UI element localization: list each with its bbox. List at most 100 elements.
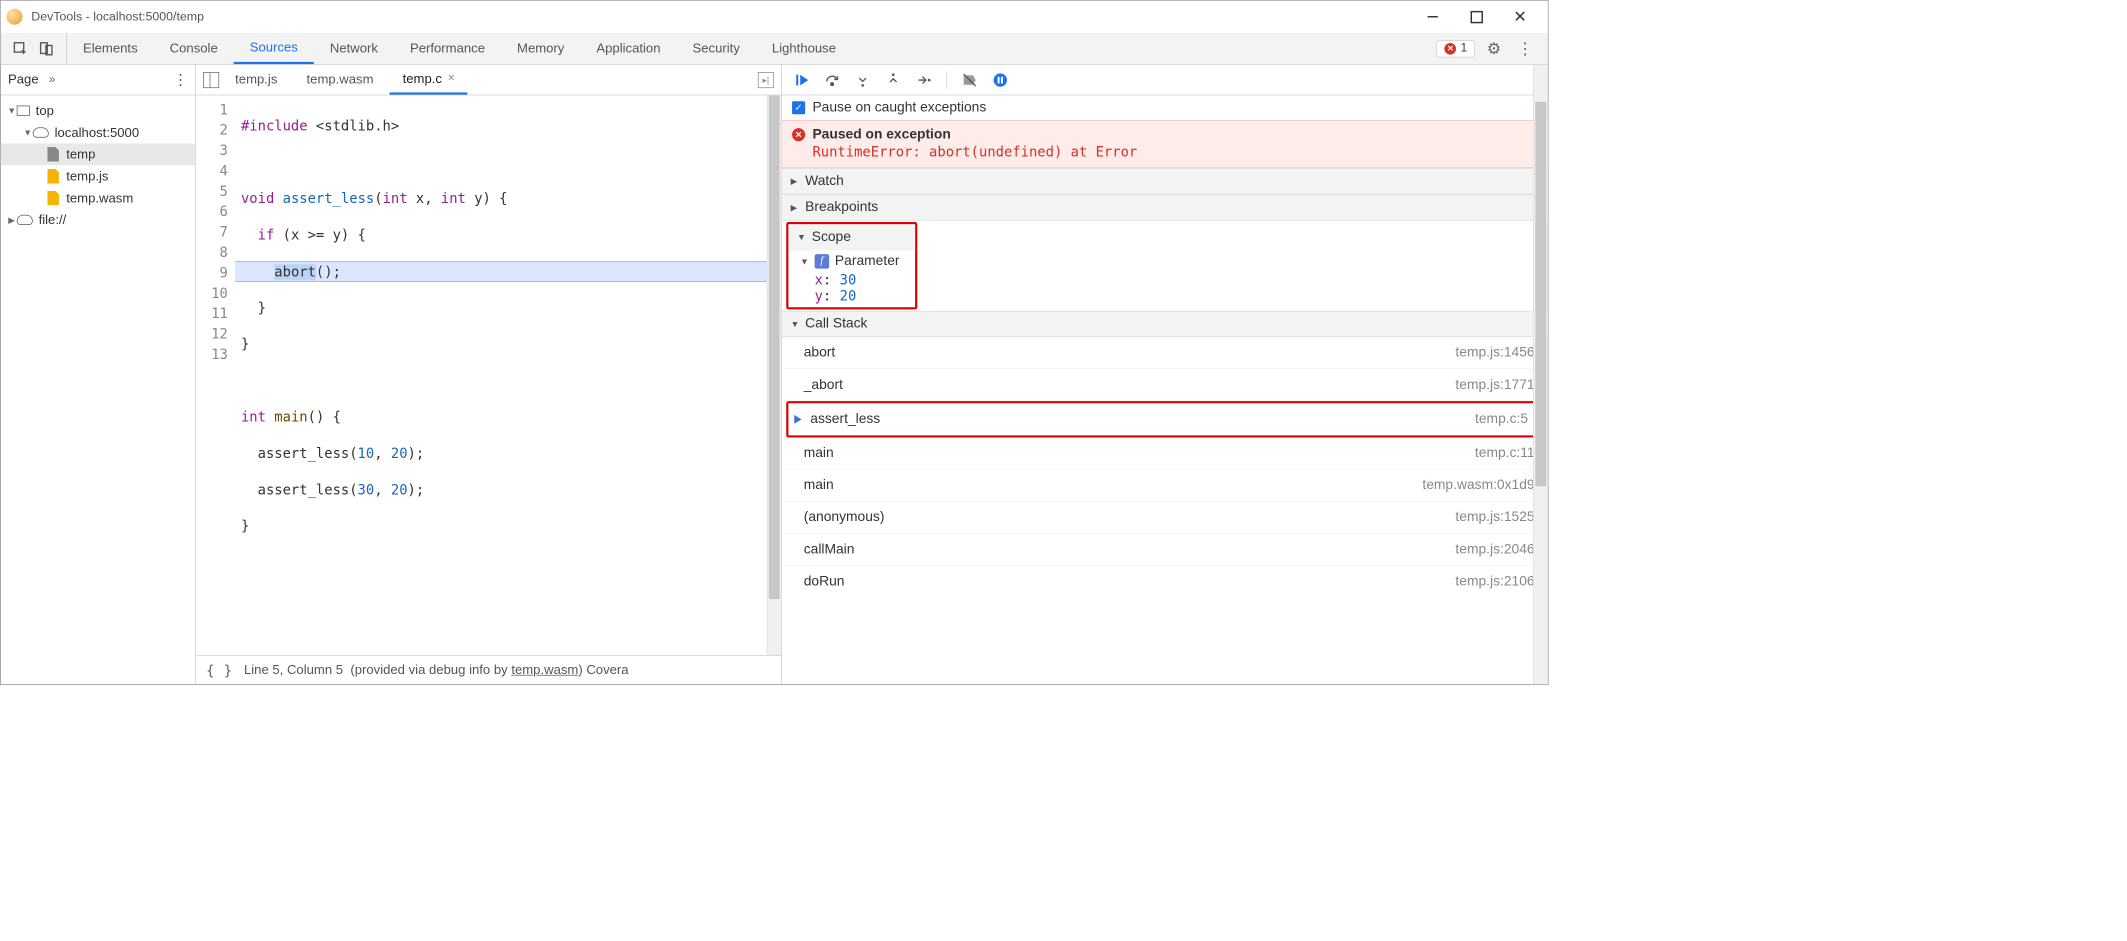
tab-security[interactable]: Security [677, 33, 756, 64]
scope-variable[interactable]: y: 20 [788, 288, 915, 304]
section-label: Watch [805, 173, 844, 189]
callstack-frame[interactable]: main temp.wasm:0x1d9 [782, 470, 1548, 502]
tab-console[interactable]: Console [154, 33, 234, 64]
tree-top[interactable]: ▼ top [1, 100, 195, 122]
file-tree: ▼ top ▼ localhost:5000 temp temp.js temp… [1, 95, 195, 235]
error-count-pill[interactable]: ✕ 1 [1437, 40, 1476, 57]
expand-icon[interactable]: ▼ [7, 106, 17, 116]
error-icon: ✕ [1445, 43, 1457, 55]
editor-scrollbar[interactable] [767, 95, 782, 655]
frame-fn: callMain [804, 541, 855, 557]
window-titlebar: DevTools - localhost:5000/temp ✕ [1, 1, 1548, 33]
scope-variable[interactable]: x: 30 [788, 272, 915, 288]
callstack-frame[interactable]: callMain temp.js:2046 [782, 534, 1548, 566]
window-close-button[interactable]: ✕ [1498, 1, 1542, 33]
cloud-icon [17, 215, 33, 225]
callstack-annotation-box: assert_less temp.c:5 [786, 401, 1543, 437]
resume-icon[interactable] [794, 72, 810, 88]
editor-statusbar: { } Line 5, Column 5 (provided via debug… [196, 655, 781, 684]
inspect-icon[interactable] [12, 40, 28, 56]
step-into-icon[interactable] [855, 72, 871, 88]
file-icon [47, 191, 59, 206]
frame-loc: temp.c:11 [1475, 445, 1535, 461]
show-debugger-icon[interactable]: ▸| [758, 72, 774, 88]
error-icon: ✕ [792, 128, 805, 141]
frame-loc: temp.wasm:0x1d9 [1422, 477, 1534, 493]
callstack-frame-current[interactable]: assert_less temp.c:5 [788, 403, 1541, 435]
tab-lighthouse[interactable]: Lighthouse [756, 33, 852, 64]
frame-fn: abort [804, 345, 836, 361]
tree-filescheme[interactable]: ▶ file:// [1, 209, 195, 231]
exception-title: Paused on exception [812, 127, 950, 143]
tab-network[interactable]: Network [314, 33, 394, 64]
debugger-body: ✓ Pause on caught exceptions ✕ Paused on… [782, 95, 1548, 684]
navigator-menu-icon[interactable]: ⋮ [173, 71, 188, 89]
breakpoints-section[interactable]: ▶ Breakpoints [782, 194, 1548, 220]
tree-label: temp.js [66, 169, 108, 184]
callstack-frame[interactable]: abort temp.js:1456 [782, 337, 1548, 369]
watch-section[interactable]: ▶ Watch [782, 168, 1548, 194]
tree-label: localhost:5000 [55, 125, 140, 140]
callstack-frame[interactable]: main temp.c:11 [782, 438, 1548, 470]
tab-memory[interactable]: Memory [501, 33, 580, 64]
callstack-frame[interactable]: _abort temp.js:1771 [782, 369, 1548, 401]
app-icon [7, 9, 23, 25]
navigator-more-tabs-icon[interactable]: » [49, 73, 55, 86]
tab-sources[interactable]: Sources [234, 33, 314, 64]
scope-group-label: Parameter [835, 253, 900, 269]
callstack-section[interactable]: ▼ Call Stack [782, 311, 1548, 337]
navigator-tab-page[interactable]: Page [8, 72, 39, 87]
tab-elements[interactable]: Elements [67, 33, 154, 64]
frame-loc: temp.js:2106 [1455, 574, 1534, 590]
section-label: Scope [812, 229, 851, 245]
expand-icon[interactable]: ▼ [23, 127, 33, 137]
var-name: x [815, 272, 823, 288]
tab-label: temp.wasm [307, 72, 374, 87]
cursor-position: Line 5, Column 5 [244, 662, 343, 677]
device-icon[interactable] [39, 40, 55, 56]
pause-on-caught-checkbox[interactable]: ✓ Pause on caught exceptions [782, 95, 1548, 120]
step-icon[interactable] [916, 72, 932, 88]
code-body[interactable]: #include <stdlib.h> void assert_less(int… [235, 95, 781, 655]
close-tab-icon[interactable]: × [448, 72, 455, 85]
expand-icon[interactable]: ▶ [7, 215, 17, 225]
tab-application[interactable]: Application [580, 33, 676, 64]
callstack-frame[interactable]: (anonymous) temp.js:1525 [782, 502, 1548, 534]
expand-icon: ▼ [791, 319, 803, 329]
paused-exception-banner: ✕ Paused on exception RuntimeError: abor… [782, 120, 1548, 168]
step-over-icon[interactable] [824, 72, 840, 88]
tree-host[interactable]: ▼ localhost:5000 [1, 122, 195, 144]
var-name: y [815, 288, 823, 304]
settings-icon[interactable]: ⚙ [1482, 39, 1505, 58]
pause-exceptions-icon[interactable] [992, 72, 1008, 88]
step-out-icon[interactable] [885, 72, 901, 88]
debug-source-link[interactable]: temp.wasm [511, 662, 578, 677]
pretty-print-icon[interactable]: { } [206, 661, 232, 678]
exception-message: RuntimeError: abort(undefined) at Error [792, 144, 1537, 160]
tree-file-tempjs[interactable]: temp.js [1, 165, 195, 187]
code-editor[interactable]: 12345678910111213 #include <stdlib.h> vo… [196, 95, 781, 655]
window-maximize-button[interactable] [1455, 1, 1499, 33]
scope-group[interactable]: ▼ f Parameter [788, 250, 915, 272]
window-minimize-button[interactable] [1411, 1, 1455, 33]
tree-file-tempwasm[interactable]: temp.wasm [1, 187, 195, 209]
tab-performance[interactable]: Performance [394, 33, 501, 64]
section-label: Breakpoints [805, 199, 878, 215]
tree-label: temp.wasm [66, 190, 133, 205]
debugger-panel: ✓ Pause on caught exceptions ✕ Paused on… [782, 65, 1548, 685]
scope-annotation-box: ▼ Scope ▼ f Parameter x: 30 y: 20 [786, 222, 917, 309]
editor-tab-tempjs[interactable]: temp.js [222, 65, 290, 95]
editor-tab-tempwasm[interactable]: temp.wasm [293, 65, 386, 95]
deactivate-breakpoints-icon[interactable] [962, 72, 978, 88]
callstack-frame[interactable]: doRun temp.js:2106 [782, 566, 1548, 598]
tree-label: top [36, 103, 54, 118]
scope-section[interactable]: ▼ Scope [788, 224, 915, 250]
show-navigator-icon[interactable] [203, 72, 219, 88]
checkbox-label: Pause on caught exceptions [812, 100, 986, 116]
more-icon[interactable]: ⋮ [1513, 39, 1538, 58]
editor-panel: temp.js temp.wasm temp.c × ▸| 1234567891… [196, 65, 782, 685]
frame-fn: (anonymous) [804, 509, 885, 525]
tree-file-temp[interactable]: temp [1, 143, 195, 165]
editor-tab-tempc[interactable]: temp.c × [390, 65, 468, 95]
debugger-scrollbar[interactable] [1533, 65, 1548, 685]
